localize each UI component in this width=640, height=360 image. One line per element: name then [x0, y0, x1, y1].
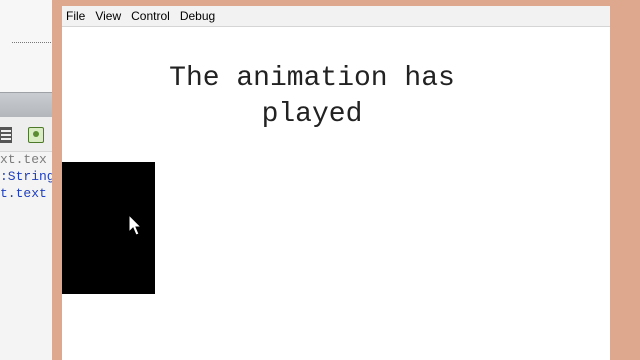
list-icon[interactable] — [0, 127, 12, 143]
player-menubar: File View Control Debug — [62, 6, 610, 27]
snippet-icon[interactable] — [28, 127, 44, 143]
stage-message: The animation has played — [62, 61, 562, 133]
code-line: :String — [0, 169, 55, 184]
code-line: xt.tex — [0, 152, 47, 167]
selection-outline — [12, 0, 57, 43]
stage-message-line: played — [261, 99, 363, 130]
arrow-cursor-icon — [128, 214, 143, 236]
stage-message-line: The animation has — [169, 63, 455, 94]
menu-view[interactable]: View — [90, 6, 126, 26]
menu-file[interactable]: File — [62, 6, 90, 26]
menu-debug[interactable]: Debug — [175, 6, 220, 26]
player-stage[interactable]: The animation has played — [62, 27, 610, 360]
code-line: t.text — [0, 186, 47, 201]
menu-control[interactable]: Control — [126, 6, 175, 26]
